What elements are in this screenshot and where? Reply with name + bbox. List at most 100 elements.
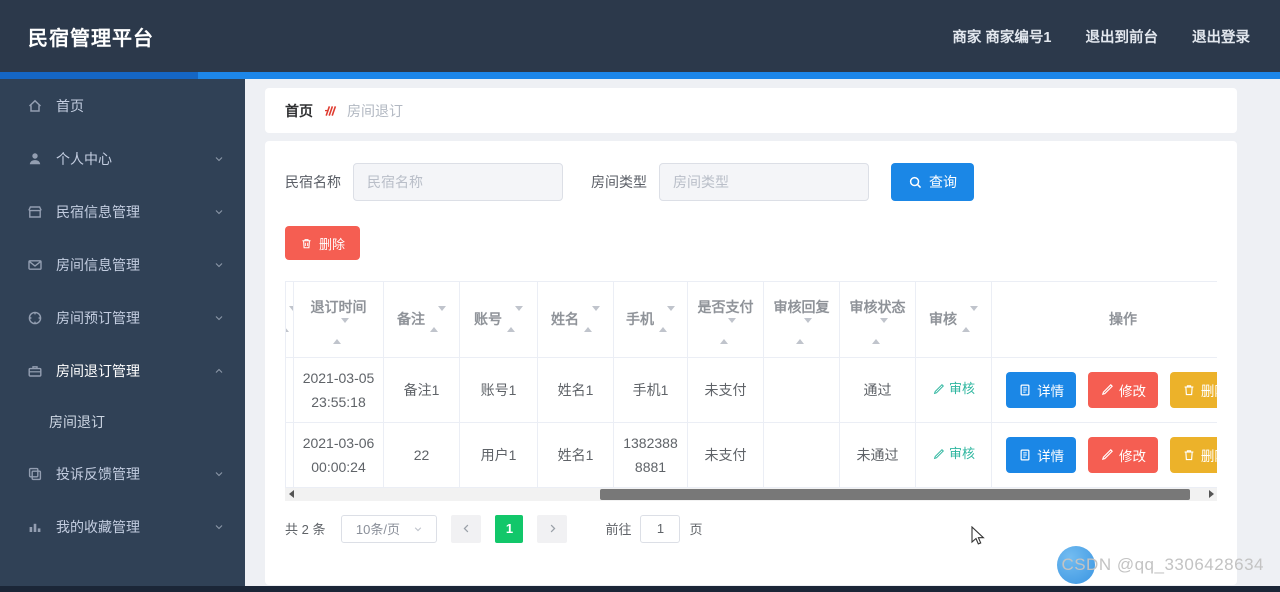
watermark-text: CSDN @qq_3306428634 xyxy=(1061,555,1264,574)
sort-icon[interactable] xyxy=(584,306,600,333)
sidebar-item-label: 个人中心 xyxy=(56,150,112,167)
sidebar-item-homestay-info[interactable]: 民宿信息管理 xyxy=(0,185,245,238)
app-title: 民宿管理平台 xyxy=(28,27,154,50)
chevron-down-icon xyxy=(215,471,223,476)
clipped-column xyxy=(285,281,294,358)
sort-icon[interactable] xyxy=(507,306,523,333)
room-cancel-panel: 民宿名称 房间类型 查询 删除 xyxy=(265,141,1237,585)
cell-account: 用户1 xyxy=(459,421,538,488)
navbar-right: 商家 商家编号1 退出到前台 退出登录 xyxy=(952,26,1250,47)
trash-icon xyxy=(302,238,311,248)
sort-icon[interactable] xyxy=(333,317,349,344)
sidebar-item-room-booking[interactable]: 房间预订管理 xyxy=(0,291,245,344)
delete-button[interactable]: 删除 xyxy=(1169,371,1217,408)
sort-icon[interactable] xyxy=(872,317,888,344)
page-size-select[interactable]: 10条/页 xyxy=(341,514,438,543)
cell-paid: 未支付 xyxy=(687,356,764,423)
detail-button[interactable]: 详情 xyxy=(1006,436,1077,473)
compass-icon xyxy=(28,311,42,324)
sidebar-item-room-info[interactable]: 房间信息管理 xyxy=(0,238,245,291)
chevron-down-icon xyxy=(215,315,223,320)
sidebar-item-room-cancel[interactable]: 房间退订管理 xyxy=(0,344,245,397)
goto-page-input[interactable] xyxy=(640,514,681,543)
room-type-input[interactable] xyxy=(659,163,869,201)
search-icon xyxy=(909,176,922,188)
pagination: 共 2 条 10条/页 1 前往 页 xyxy=(285,514,1217,543)
col-operations: 操作 xyxy=(991,281,1217,358)
filter-bar: 民宿名称 房间类型 查询 xyxy=(285,163,1217,201)
sidebar-item-feedback[interactable]: 投诉反馈管理 xyxy=(0,447,245,500)
detail-button[interactable]: 详情 xyxy=(1006,371,1077,408)
col-note[interactable]: 备注 xyxy=(383,281,460,358)
col-cancel-time[interactable]: 退订时间 xyxy=(293,281,384,358)
cell-name: 姓名1 xyxy=(537,421,614,488)
sort-icon[interactable] xyxy=(720,317,736,344)
cell-cancel-time: 2021-03-06 00:00:24 xyxy=(293,421,384,488)
batch-delete-button[interactable]: 删除 xyxy=(285,226,361,260)
col-name[interactable]: 姓名 xyxy=(537,281,614,358)
sort-icon[interactable] xyxy=(430,306,446,333)
trash-icon xyxy=(1184,385,1194,395)
prev-page-button[interactable] xyxy=(451,514,482,543)
col-paid[interactable]: 是否支付 xyxy=(687,281,764,358)
cell-audit-status: 未通过 xyxy=(839,421,916,488)
chevron-down-icon xyxy=(215,524,223,529)
homestay-name-input[interactable] xyxy=(353,163,563,201)
sidebar-item-label: 投诉反馈管理 xyxy=(56,465,140,482)
col-audit-reply[interactable]: 审核回复 xyxy=(763,281,840,358)
scroll-right-arrow[interactable] xyxy=(1205,488,1217,501)
sort-icon[interactable] xyxy=(962,306,978,333)
home-icon xyxy=(28,99,42,112)
cell-note: 备注1 xyxy=(383,356,460,423)
logout-link[interactable]: 退出登录 xyxy=(1192,26,1250,47)
user-info[interactable]: 商家 商家编号1 xyxy=(952,26,1051,47)
delete-button[interactable]: 删除 xyxy=(1169,436,1217,473)
sidebar: 首页 个人中心 民宿信息管理 房间信息管理 房间预订管理 房间退订管理 房间退订… xyxy=(0,79,245,592)
table-header-row: 退订时间 备注 账号 姓名 手机 是否支付 审核回复 审核状态 审核 操作 xyxy=(285,281,1217,358)
breadcrumb: 首页 房间退订 xyxy=(265,88,1237,133)
col-account[interactable]: 账号 xyxy=(459,281,538,358)
exit-to-front-link[interactable]: 退出到前台 xyxy=(1086,26,1159,47)
sidebar-item-label: 民宿信息管理 xyxy=(56,203,140,220)
sidebar-item-favorites[interactable]: 我的收藏管理 xyxy=(0,500,245,553)
bar-chart-icon xyxy=(29,523,41,532)
cell-phone: 手机1 xyxy=(613,356,688,423)
sort-icon[interactable] xyxy=(659,306,675,333)
sidebar-subitem-label: 房间退订 xyxy=(49,414,105,430)
audit-link[interactable]: 审核 xyxy=(932,377,975,401)
layers-icon xyxy=(28,467,42,480)
scroll-left-arrow[interactable] xyxy=(285,488,297,501)
col-phone[interactable]: 手机 xyxy=(613,281,688,358)
sidebar-item-label: 首页 xyxy=(56,97,84,114)
sidebar-item-home[interactable]: 首页 xyxy=(0,79,245,132)
goto-label: 前往 xyxy=(605,522,632,538)
col-audit-status[interactable]: 审核状态 xyxy=(839,281,916,358)
col-audit[interactable]: 审核 xyxy=(915,281,992,358)
csdn-watermark: CSDN @qq_3306428634 xyxy=(1057,546,1264,584)
page-1-button[interactable]: 1 xyxy=(495,514,524,543)
breadcrumb-current: 房间退订 xyxy=(347,102,403,119)
sidebar-subitem-room-cancel[interactable]: 房间退订 xyxy=(0,397,245,447)
user-icon xyxy=(29,152,41,164)
scrollbar-thumb[interactable] xyxy=(600,488,1190,500)
edit-button[interactable]: 修改 xyxy=(1088,436,1158,473)
pencil-icon xyxy=(933,448,944,459)
breadcrumb-home-link[interactable]: 首页 xyxy=(285,101,313,121)
cell-audit-status: 通过 xyxy=(839,356,916,423)
document-icon xyxy=(1020,384,1030,396)
next-page-button[interactable] xyxy=(537,514,568,543)
search-button[interactable]: 查询 xyxy=(891,163,974,201)
room-type-label: 房间类型 xyxy=(591,174,647,190)
sort-icon[interactable] xyxy=(796,317,812,344)
edit-button[interactable]: 修改 xyxy=(1088,371,1158,408)
chevron-left-icon xyxy=(463,524,469,533)
horizontal-scrollbar xyxy=(285,487,1217,501)
cell-paid: 未支付 xyxy=(687,421,764,488)
sidebar-item-profile[interactable]: 个人中心 xyxy=(0,132,245,185)
sidebar-item-label: 房间退订管理 xyxy=(56,362,140,379)
briefcase-icon xyxy=(28,365,42,377)
page-unit-label: 页 xyxy=(689,522,703,538)
cell-audit-reply xyxy=(763,356,840,423)
pencil-icon xyxy=(1101,383,1113,395)
audit-link[interactable]: 审核 xyxy=(932,442,975,466)
